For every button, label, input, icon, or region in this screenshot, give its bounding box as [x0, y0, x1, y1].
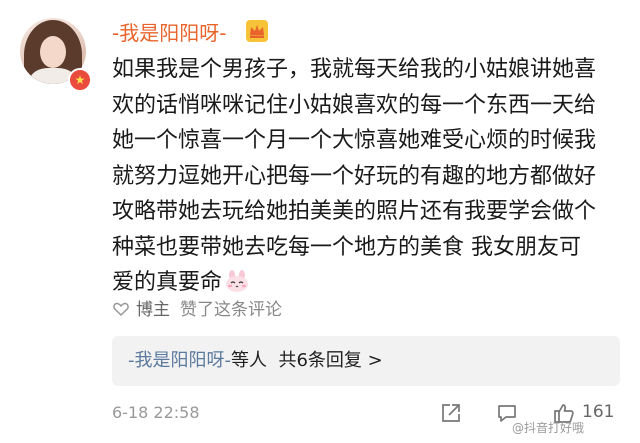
- owner-label: 博主: [136, 300, 170, 320]
- comment-line: 种菜也要带她去吃每一个地方的美食 我女朋友可: [112, 234, 581, 260]
- reply-suffix: 等人: [231, 350, 267, 371]
- chevron-right-icon: >: [367, 350, 383, 371]
- comment-line: 欢的话悄咪咪记住小姑娘喜欢的每一个东西一天给: [112, 92, 597, 118]
- star-badge-icon: ★: [68, 68, 92, 92]
- comment-body: 如果我是个男孩子，我就每天给我的小姑娘讲她喜 欢的话悄咪咪记住小姑娘喜欢的每一个…: [112, 52, 632, 301]
- liked-text: 赞了这条评论: [180, 300, 282, 320]
- comment-line-last: 爱的真要命: [112, 265, 632, 301]
- reply-author[interactable]: -我是阳阳呀-: [128, 350, 231, 371]
- comment-line: 如果我是个男孩子，我就每天给我的小姑娘讲她喜: [112, 57, 597, 82]
- comment-line: 攻略带她去玩给她拍美美的照片还有我要学会做个: [112, 199, 597, 224]
- comment-line: 就努力逗她开心把每一个好玩的有趣的地方都做好: [112, 163, 597, 189]
- comment-username[interactable]: -我是阳阳呀-: [112, 20, 226, 46]
- avatar-face: [40, 36, 66, 68]
- liked-by-owner: 博主 赞了这条评论: [112, 298, 282, 322]
- crown-icon: [246, 20, 268, 42]
- replies-box[interactable]: -我是阳阳呀-等人 共6条回复 >: [112, 336, 620, 386]
- reply-count[interactable]: 共6条回复: [278, 350, 361, 371]
- bunny-emoji-icon: [224, 268, 250, 292]
- like-count: 161: [582, 402, 615, 422]
- replies-summary[interactable]: -我是阳阳呀-等人 共6条回复 >: [128, 348, 383, 374]
- comment-line-text: 爱的真要命: [112, 270, 223, 295]
- comment-line: 她一个惊喜一个月一个大惊喜她难受心烦的时候我: [112, 128, 597, 153]
- watermark: @抖音打好哦: [512, 421, 585, 435]
- share-icon[interactable]: [440, 402, 462, 424]
- comment-timestamp: 6-18 22:58: [112, 403, 200, 422]
- heart-outline-icon: [112, 300, 130, 318]
